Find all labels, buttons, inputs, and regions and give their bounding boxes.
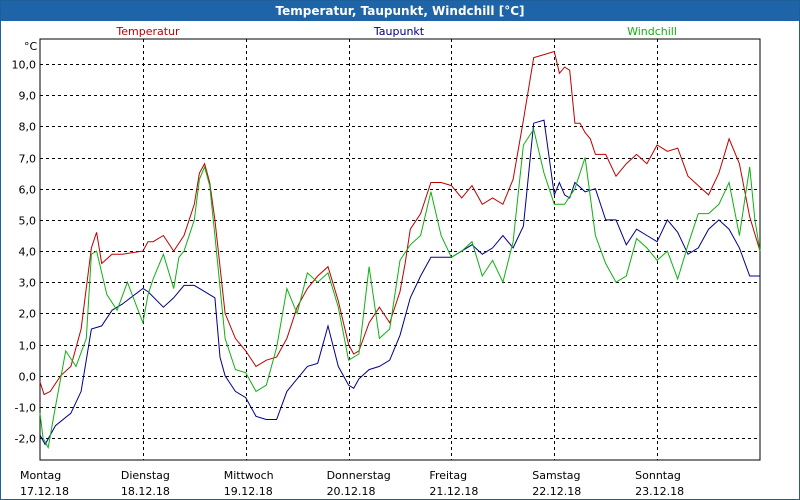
y-tick-label: 1,0 [19, 340, 37, 353]
x-axis: Montag 17.12.18 Dienstag 18.12.18 Mittwoch 19… [20, 469, 684, 498]
y-tick-label: 3,0 [19, 277, 37, 290]
y-axis: -2,0 -1,0 0,0 1,0 2,0 3,0 4,0 5,0 6,0 7,0 8,0 9,0 10… [12, 59, 37, 446]
y-tick-label: 2,0 [19, 308, 37, 321]
y-tick-label: 8,0 [19, 121, 37, 134]
legend: Temperatur Taupunkt Windchill [115, 25, 677, 38]
y-tick-label: 7,0 [19, 153, 37, 166]
x-tick-date: 18.12.18 [121, 485, 170, 498]
y-tick-label: 6,0 [19, 184, 37, 197]
x-tick-date: 19.12.18 [224, 485, 273, 498]
legend-entry-taupunkt: Taupunkt [373, 25, 425, 38]
x-tick-date: 20.12.18 [327, 485, 376, 498]
legend-entry-windchill: Windchill [627, 25, 677, 38]
y-tick-label: 9,0 [19, 90, 37, 103]
x-tick-day: Dienstag [121, 469, 170, 482]
y-tick-label: 5,0 [19, 215, 37, 228]
x-tick-day: Montag [20, 469, 61, 482]
x-tick-day: Freitag [429, 469, 467, 482]
x-tick-date: 22.12.18 [532, 485, 581, 498]
y-tick-label: -2,0 [15, 433, 36, 446]
legend-entry-temperatur: Temperatur [115, 25, 180, 38]
y-tick-label: 10,0 [12, 59, 37, 72]
x-tick-date: 21.12.18 [429, 485, 478, 498]
x-tick-day: Mittwoch [224, 469, 274, 482]
y-tick-label: 0,0 [19, 371, 37, 384]
y-tick-label: -1,0 [15, 402, 36, 415]
x-tick-day: Sonntag [635, 469, 681, 482]
x-tick-date: 23.12.18 [635, 485, 684, 498]
x-tick-date: 17.12.18 [20, 485, 69, 498]
plot-area [39, 38, 761, 461]
x-tick-day: Samstag [532, 469, 580, 482]
chart: -2,0 -1,0 0,0 1,0 2,0 3,0 4,0 5,0 6,0 7,0 8,0 9,0 10… [12, 25, 761, 498]
y-tick-label: 4,0 [19, 246, 37, 259]
y-axis-unit: °C [24, 40, 38, 53]
x-tick-day: Donnerstag [327, 469, 391, 482]
